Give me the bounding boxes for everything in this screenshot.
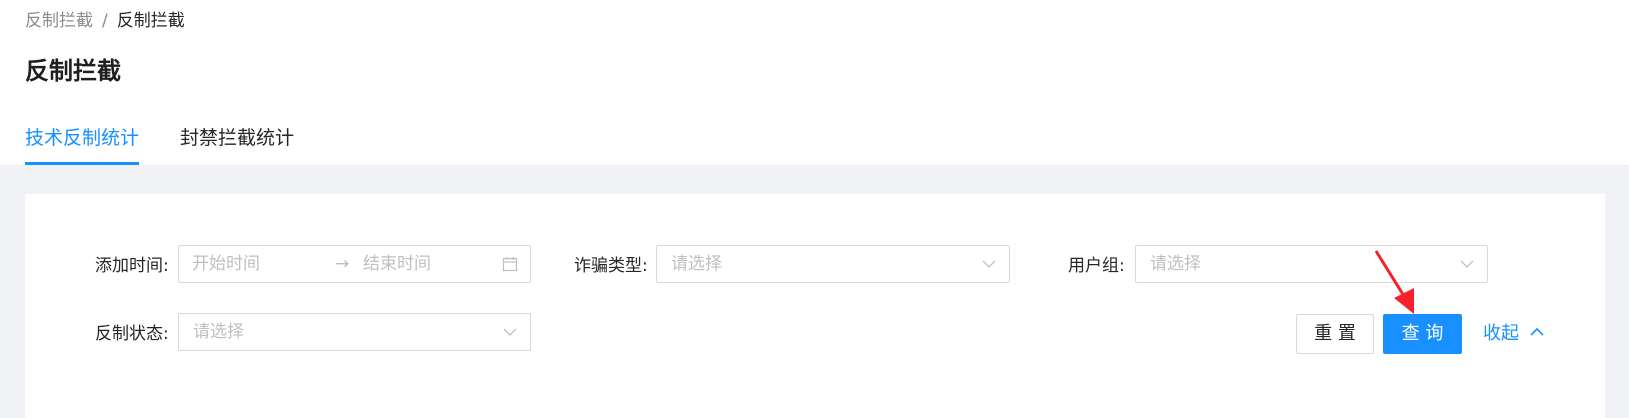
user-group-placeholder: 请选择 — [1150, 254, 1201, 274]
chevron-down-icon — [982, 260, 996, 268]
add-time-range-picker[interactable]: 开始时间 → 结束时间 — [178, 245, 531, 283]
query-button[interactable]: 查 询 — [1383, 314, 1462, 354]
counter-status-select[interactable]: 请选择 — [178, 313, 531, 351]
page-header: 反制拦截 / 反制拦截 反制拦截 技术反制统计 封禁拦截统计 — [0, 0, 1629, 165]
tab-ban-intercept-stats[interactable]: 封禁拦截统计 — [180, 122, 294, 165]
counter-status-label: 反制状态: — [95, 324, 169, 344]
chevron-up-icon — [1530, 327, 1544, 336]
breadcrumb-parent-link[interactable]: 反制拦截 — [25, 11, 93, 31]
tab-tech-counter-stats[interactable]: 技术反制统计 — [25, 122, 140, 165]
filter-card: 添加时间: 开始时间 → 结束时间 诈骗类型: 请选择 用户组: 请选择 反制状… — [25, 194, 1605, 418]
breadcrumb: 反制拦截 / 反制拦截 — [25, 9, 185, 33]
range-arrow-icon: → — [335, 254, 350, 274]
fraud-type-label: 诈骗类型: — [574, 256, 648, 276]
user-group-label: 用户组: — [1068, 256, 1125, 276]
fraud-type-select[interactable]: 请选择 — [656, 245, 1010, 283]
breadcrumb-separator: / — [102, 11, 108, 31]
fraud-type-placeholder: 请选择 — [671, 254, 722, 274]
end-time-input[interactable]: 结束时间 — [363, 252, 431, 276]
page-title: 反制拦截 — [25, 57, 121, 85]
counter-status-placeholder: 请选择 — [193, 322, 244, 342]
collapse-label: 收起 — [1483, 323, 1519, 344]
tab-bar: 技术反制统计 封禁拦截统计 — [25, 122, 335, 165]
calendar-icon — [502, 257, 518, 272]
collapse-toggle[interactable]: 收起 — [1483, 322, 1545, 346]
start-time-input[interactable]: 开始时间 — [192, 252, 260, 276]
add-time-label: 添加时间: — [95, 256, 169, 276]
chevron-down-icon — [1460, 260, 1474, 268]
user-group-select[interactable]: 请选择 — [1135, 245, 1488, 283]
chevron-down-icon — [503, 328, 517, 336]
breadcrumb-current: 反制拦截 — [116, 11, 185, 31]
reset-button[interactable]: 重 置 — [1296, 314, 1374, 354]
